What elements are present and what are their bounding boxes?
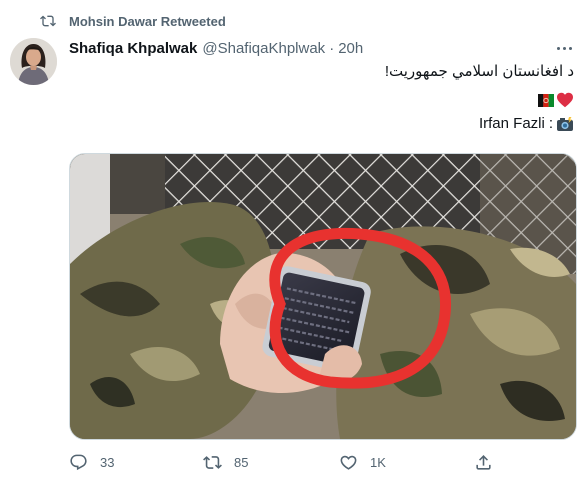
camera-with-flash-icon	[557, 116, 573, 131]
separator-dot: ·	[329, 39, 335, 57]
emoji-row	[385, 90, 574, 110]
credit-name: Irfan Fazli	[478, 115, 545, 132]
tweet-actions: 33 85 1K	[69, 450, 575, 474]
retweet-count: 85	[234, 454, 249, 470]
tweet-media-image[interactable]	[69, 153, 577, 440]
reply-count: 33	[100, 454, 115, 470]
tweet-header: Shafiqa Khpalwak @ShafiqaKhplwak · 20h	[69, 38, 558, 58]
more-dot-icon	[556, 46, 560, 50]
heart-icon	[340, 455, 357, 470]
photo-credit: Irfan Fazli :	[385, 114, 574, 134]
more-dot-icon	[562, 46, 566, 50]
retweet-button[interactable]: 85	[203, 450, 248, 474]
author-handle[interactable]: @ShafiqaKhplwak	[202, 40, 325, 57]
reply-button[interactable]: 33	[69, 450, 114, 474]
retweet-icon	[40, 15, 56, 27]
more-dot-icon	[568, 46, 572, 50]
retweet-label: Mohsin Dawar Retweeted	[69, 13, 226, 29]
tweet-text: د افغانستان اسلامي جمهوریت! Irfan Fazli …	[385, 62, 574, 134]
tweet-text-line: د افغانستان اسلامي جمهوریت!	[384, 63, 574, 80]
retweet-icon	[203, 455, 222, 469]
like-count: 1K	[370, 454, 386, 470]
author-name[interactable]: Shafiqa Khpalwak	[69, 40, 197, 57]
reply-icon	[70, 454, 87, 470]
more-options-button[interactable]	[554, 40, 574, 56]
tweet-timestamp[interactable]: 20h	[338, 40, 363, 57]
retweet-context[interactable]: Mohsin Dawar Retweeted	[40, 11, 226, 31]
share-button[interactable]	[474, 450, 493, 474]
afghanistan-flag-icon	[538, 93, 554, 107]
red-heart-icon	[557, 92, 573, 108]
avatar[interactable]	[10, 38, 57, 85]
credit-colon: :	[548, 115, 553, 132]
tweet[interactable]: Mohsin Dawar Retweeted Shafiqa Khpalwak …	[0, 0, 588, 488]
share-icon	[476, 454, 491, 470]
like-button[interactable]: 1K	[339, 450, 386, 474]
